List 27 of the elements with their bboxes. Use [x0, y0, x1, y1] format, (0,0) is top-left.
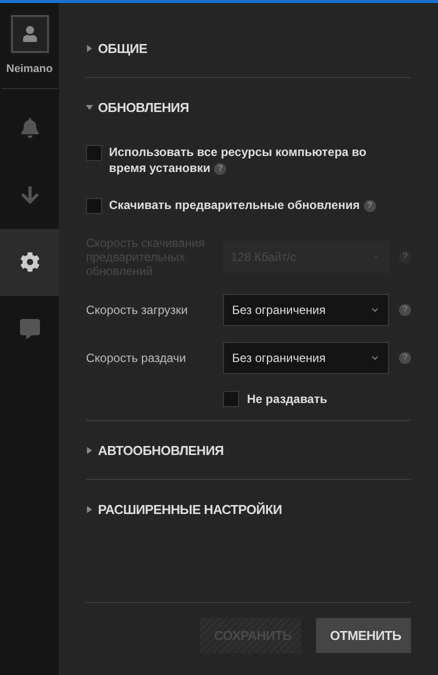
triangle-icon — [86, 506, 93, 513]
download-arrow-icon — [20, 185, 40, 205]
chat-icon — [20, 319, 40, 339]
user-icon — [22, 26, 38, 42]
checkbox-label: Использовать все ресурсы компьютера во время установки ? — [109, 144, 368, 176]
cancel-button[interactable]: ОТМЕНИТЬ — [316, 618, 411, 653]
triangle-icon — [86, 447, 93, 454]
field-label: Скорость загрузки — [86, 303, 189, 317]
section-header[interactable]: АВТООБНОВЛЕНИЯ — [86, 441, 411, 460]
triangle-icon — [86, 104, 93, 111]
speed-select[interactable]: Без ограничения — [223, 342, 389, 374]
checkbox[interactable] — [86, 198, 102, 214]
user-name: Neimano — [6, 62, 53, 77]
checkbox-label: Скачивать предварительные обновления ? — [109, 197, 376, 213]
checkbox[interactable] — [86, 145, 102, 161]
triangle-icon — [86, 45, 93, 52]
field-label: Скорость раздачи — [86, 351, 187, 365]
nav-item[interactable] — [0, 228, 59, 296]
section-header[interactable]: РАСШИРЕННЫЕ НАСТРОЙКИ — [86, 500, 411, 519]
section-header[interactable]: ОБНОВЛЕНИЯ — [86, 98, 411, 117]
settings-icon — [20, 252, 40, 272]
checkbox[interactable] — [223, 391, 239, 407]
avatar[interactable] — [10, 15, 48, 53]
speed-select[interactable]: Без ограничения — [223, 294, 389, 326]
section-header[interactable]: ОБЩИЕ — [86, 39, 411, 58]
bell-icon — [20, 118, 40, 138]
checkbox-label: Не раздавать — [247, 391, 328, 408]
